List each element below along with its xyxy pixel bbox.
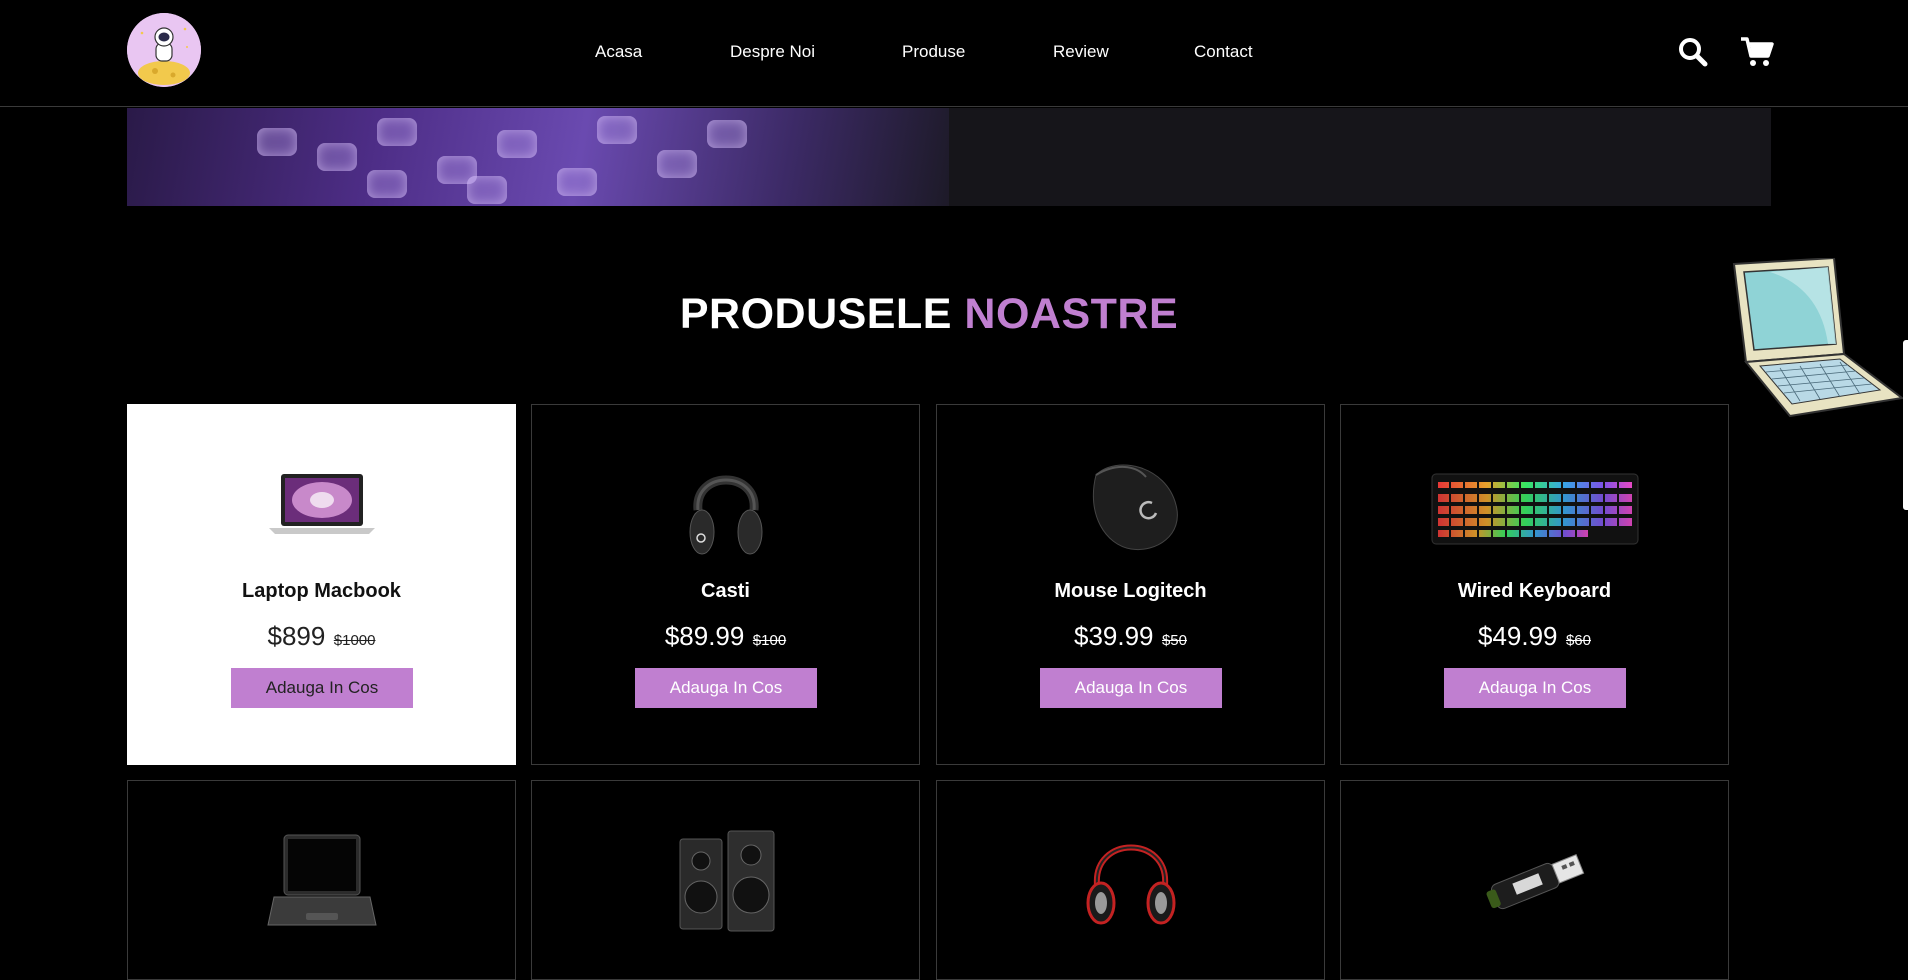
- product-price: $39.99: [1073, 621, 1154, 651]
- product-price: $899: [267, 621, 326, 651]
- headphones-icon: [532, 445, 919, 565]
- add-to-cart-button[interactable]: Adauga In Cos: [1040, 668, 1222, 708]
- hero-banner: [127, 108, 1771, 206]
- price-row: $89.99 $100: [532, 621, 919, 652]
- product-card[interactable]: Casti $89.99 $100 Adauga In Cos: [531, 404, 920, 765]
- product-old-price: $100: [752, 632, 787, 649]
- product-card[interactable]: Laptop Macbook $899 $1000 Adauga In Cos: [127, 404, 516, 765]
- product-card[interactable]: Wired Keyboard $49.99 $60 Adauga In Cos: [1340, 404, 1729, 765]
- product-card[interactable]: [936, 780, 1325, 980]
- product-card[interactable]: [531, 780, 920, 980]
- add-to-cart-button[interactable]: Adauga In Cos: [1444, 668, 1626, 708]
- product-name: Casti: [701, 580, 750, 602]
- product-card[interactable]: Mouse Logitech $39.99 $50 Adauga In Cos: [936, 404, 1325, 765]
- nav-despre-noi[interactable]: Despre Noi: [730, 42, 815, 62]
- speakers-icon: [532, 821, 919, 941]
- product-price: $49.99: [1477, 621, 1558, 651]
- usb-drive-icon: [1341, 821, 1728, 941]
- add-to-cart-button[interactable]: Adauga In Cos: [635, 668, 817, 708]
- laptop-icon: [128, 821, 515, 941]
- section-title-accent: NOASTRE: [964, 290, 1179, 338]
- nav-review[interactable]: Review: [1053, 42, 1109, 62]
- product-card[interactable]: [127, 780, 516, 980]
- nav-acasa[interactable]: Acasa: [595, 42, 642, 62]
- headset-icon: [937, 821, 1324, 941]
- nav-contact[interactable]: Contact: [1194, 42, 1253, 62]
- price-row: $39.99 $50: [937, 621, 1324, 652]
- product-old-price: $1000: [333, 632, 376, 649]
- site-header: Acasa Despre Noi Produse Review Contact: [0, 0, 1908, 107]
- mouse-icon: [937, 445, 1324, 565]
- search-icon[interactable]: [1677, 36, 1709, 68]
- product-card[interactable]: [1340, 780, 1729, 980]
- nav-produse[interactable]: Produse: [902, 42, 965, 62]
- section-title: PRODUSELE NOASTRE: [0, 290, 1858, 339]
- product-name: Wired Keyboard: [1457, 580, 1612, 602]
- price-row: $899 $1000: [128, 621, 515, 652]
- main-nav: Acasa Despre Noi Produse Review Contact: [0, 0, 1908, 103]
- product-old-price: $60: [1565, 632, 1591, 649]
- product-name: Mouse Logitech: [1054, 580, 1207, 602]
- section-title-main: PRODUSELE: [679, 290, 952, 338]
- product-price: $89.99: [664, 621, 745, 651]
- keyboard-banner-image: [127, 108, 949, 206]
- add-to-cart-button[interactable]: Adauga In Cos: [231, 668, 413, 708]
- cart-icon[interactable]: [1740, 36, 1774, 68]
- product-old-price: $50: [1161, 632, 1187, 649]
- decorative-laptop-icon: [1730, 256, 1905, 418]
- scrollbar-thumb[interactable]: [1903, 340, 1908, 510]
- price-row: $49.99 $60: [1341, 621, 1728, 652]
- laptop-macbook-icon: [128, 445, 515, 565]
- product-name: Laptop Macbook: [242, 580, 401, 602]
- keyboard-icon: [1341, 445, 1728, 565]
